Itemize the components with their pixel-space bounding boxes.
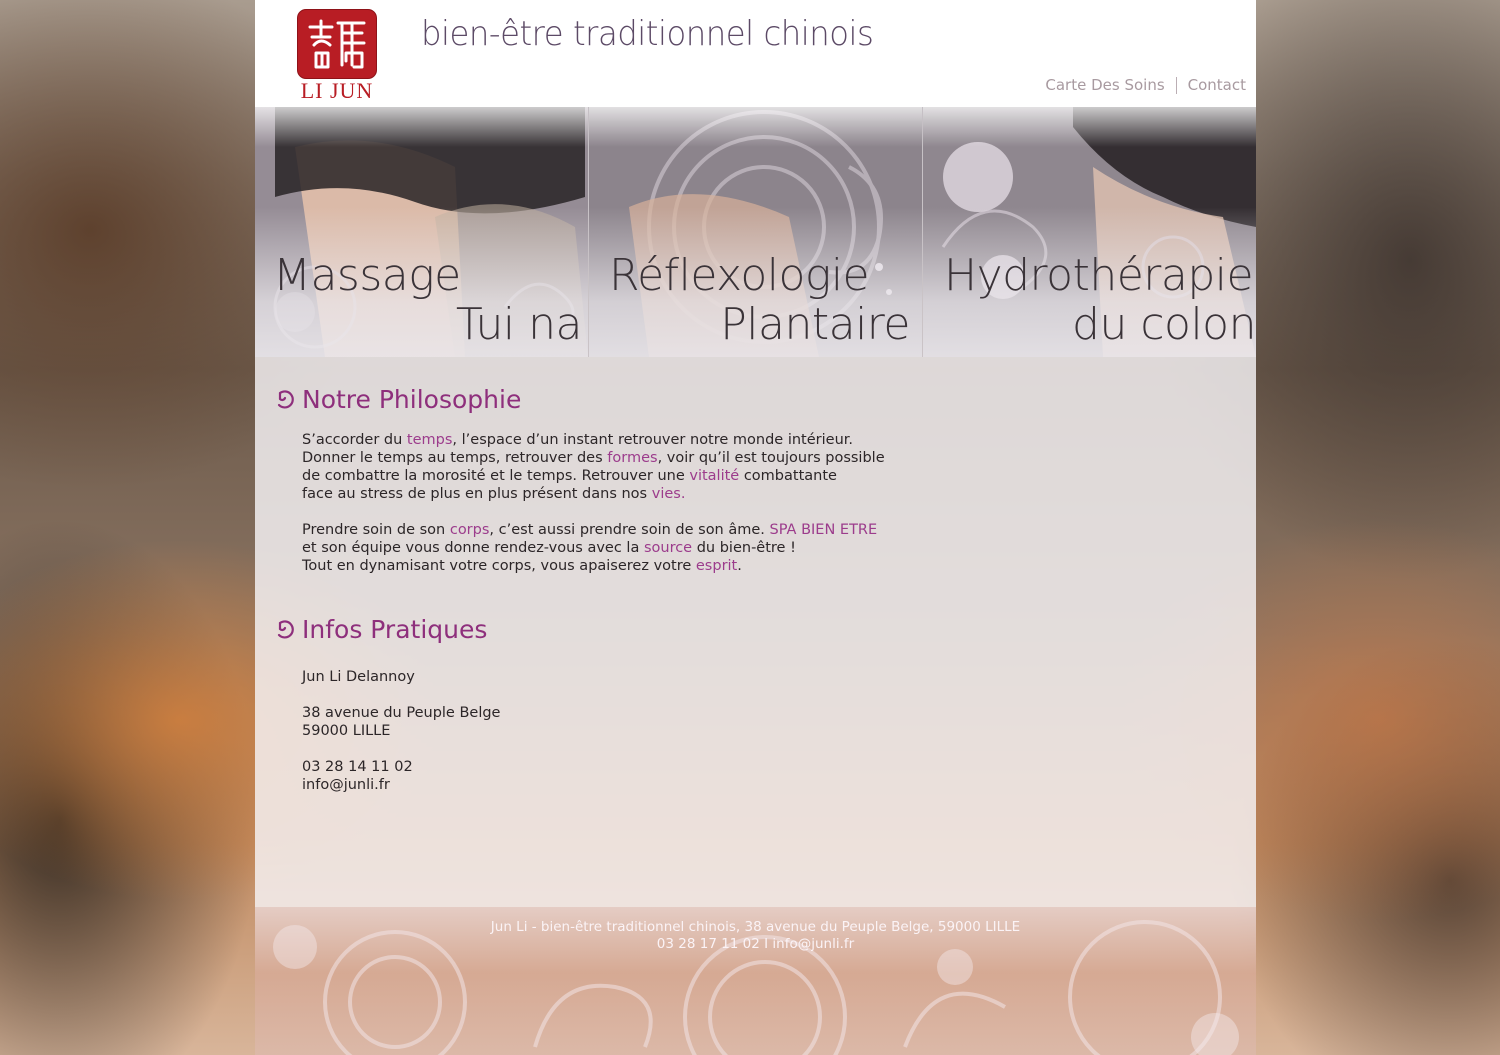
page: LI JUN bien-être traditionnel chinois Ca… <box>255 0 1256 1055</box>
philosophy-title: Notre Philosophie <box>302 385 522 414</box>
keyword-vies: vies <box>651 486 681 502</box>
logo-text: LI JUN <box>300 78 374 103</box>
address-street: 38 avenue du Peuple Belge <box>302 705 501 721</box>
contact-name: Jun Li Delannoy <box>302 669 415 685</box>
service-line1: Massage <box>273 250 461 301</box>
nav-contact-link[interactable]: Contact <box>1188 76 1246 94</box>
service-line1: Hydrothérapie <box>944 250 1254 301</box>
philosophy-heading: Notre Philosophie <box>275 385 521 417</box>
nav-separator <box>1175 77 1177 94</box>
contact-phone: 03 28 14 11 02 <box>302 759 413 775</box>
service-hydrotherapie-du-colon[interactable]: Hydrothérapie du colon <box>923 107 1256 357</box>
footer-line-1: Jun Li - bien-être traditionnel chinois,… <box>490 919 1021 935</box>
keyword-formes: formes <box>607 450 658 466</box>
footer-line-2: 03 28 17 11 02 I info@junli.fr <box>656 936 855 952</box>
swirl-icon <box>275 388 296 417</box>
service-reflexologie-plantaire[interactable]: Réflexologie Plantaire <box>589 107 922 357</box>
keyword-corps: corps <box>449 522 490 538</box>
header: LI JUN bien-être traditionnel chinois Ca… <box>255 0 1256 107</box>
swirl-icon <box>275 618 296 647</box>
service-line1: Réflexologie <box>609 250 870 301</box>
service-massage-tui-na[interactable]: Massage Tui na <box>255 107 588 357</box>
service-line2: Plantaire <box>720 299 910 350</box>
nav-carte-des-soins-link[interactable]: Carte Des Soins <box>1045 76 1164 94</box>
keyword-esprit: esprit <box>695 558 738 574</box>
keyword-temps: temps <box>406 432 453 448</box>
services-banner: Massage Tui na Réflexologie Plantaire Hy… <box>255 107 1256 357</box>
address-city: 59000 LILLE <box>302 723 391 739</box>
tagline: bien-être traditionnel chinois <box>421 14 874 54</box>
keyword-vitalite: vitalité <box>689 468 740 484</box>
keyword-source: source <box>643 540 693 556</box>
philosophy-paragraph-1: S’accorder du temps, l’espace d’un insta… <box>302 432 885 502</box>
contact-email[interactable]: info@junli.fr <box>302 776 390 794</box>
logo[interactable]: LI JUN <box>297 9 377 103</box>
service-line2: du colon <box>1072 299 1256 350</box>
top-nav: Carte Des Soins Contact <box>1045 76 1246 94</box>
service-line2: Tui na <box>455 299 583 350</box>
infos-heading: Infos Pratiques <box>275 615 487 647</box>
infos-title: Infos Pratiques <box>302 615 488 644</box>
logo-seal-icon <box>297 9 377 79</box>
philosophy-paragraph-2: Prendre soin de son corps, c’est aussi p… <box>302 522 878 574</box>
footer: Jun Li - bien-être traditionnel chinois,… <box>255 907 1256 1055</box>
main-content: Notre Philosophie S’accorder du temps, l… <box>255 357 1256 907</box>
keyword-spa-bien-etre: SPA BIEN ETRE <box>769 522 878 538</box>
